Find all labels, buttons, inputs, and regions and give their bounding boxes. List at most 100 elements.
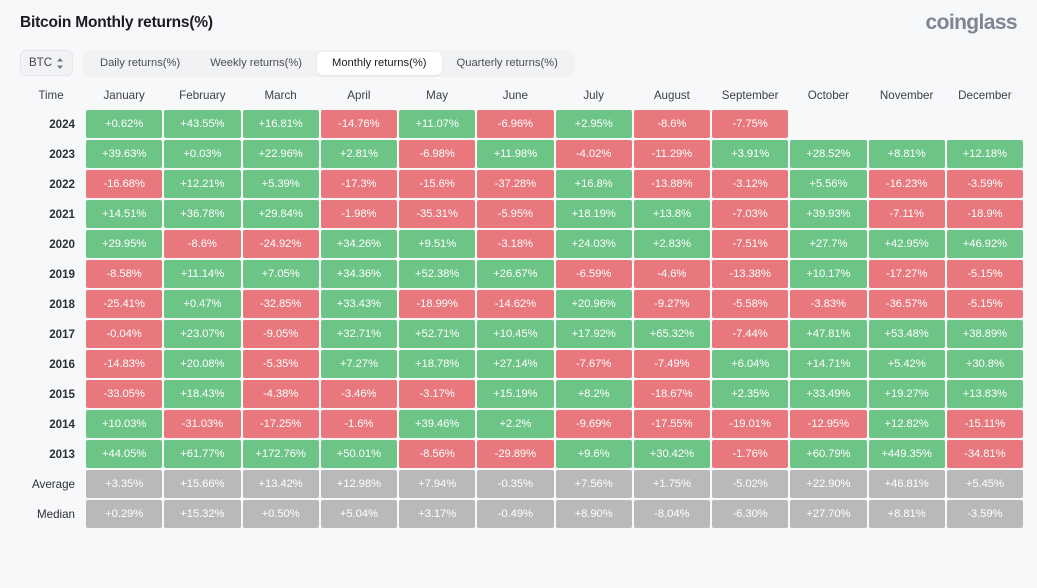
cell-2016-january[interactable]: -14.83%: [86, 350, 162, 378]
cell-2018-july[interactable]: +20.96%: [556, 290, 632, 318]
cell-median-may[interactable]: +3.17%: [399, 500, 475, 528]
cell-2021-november[interactable]: -7.11%: [869, 200, 945, 228]
tab-daily-returns[interactable]: Daily returns(%): [85, 52, 195, 75]
cell-2014-september[interactable]: -19.01%: [712, 410, 788, 438]
cell-2022-february[interactable]: +12.21%: [164, 170, 240, 198]
cell-2020-november[interactable]: +42.95%: [869, 230, 945, 258]
cell-2017-august[interactable]: +65.32%: [634, 320, 710, 348]
cell-2023-january[interactable]: +39.63%: [86, 140, 162, 168]
cell-2015-october[interactable]: +33.49%: [790, 380, 866, 408]
cell-2021-january[interactable]: +14.51%: [86, 200, 162, 228]
cell-2024-june[interactable]: -6.96%: [477, 110, 553, 138]
cell-2018-december[interactable]: -5.15%: [947, 290, 1023, 318]
cell-2021-december[interactable]: -18.9%: [947, 200, 1023, 228]
cell-2013-january[interactable]: +44.05%: [86, 440, 162, 468]
cell-2015-may[interactable]: -3.17%: [399, 380, 475, 408]
cell-2020-january[interactable]: +29.95%: [86, 230, 162, 258]
cell-2016-may[interactable]: +18.78%: [399, 350, 475, 378]
cell-2020-march[interactable]: -24.92%: [243, 230, 319, 258]
cell-2019-march[interactable]: +7.05%: [243, 260, 319, 288]
cell-median-october[interactable]: +27.70%: [790, 500, 866, 528]
cell-2021-october[interactable]: +39.93%: [790, 200, 866, 228]
cell-2013-april[interactable]: +50.01%: [321, 440, 397, 468]
cell-2016-april[interactable]: +7.27%: [321, 350, 397, 378]
cell-median-december[interactable]: -3.59%: [947, 500, 1023, 528]
cell-2019-december[interactable]: -5.15%: [947, 260, 1023, 288]
cell-average-november[interactable]: +46.81%: [869, 470, 945, 498]
tab-quarterly-returns[interactable]: Quarterly returns(%): [442, 52, 573, 75]
tab-monthly-returns[interactable]: Monthly returns(%): [317, 52, 442, 75]
cell-2024-july[interactable]: +2.95%: [556, 110, 632, 138]
cell-2016-november[interactable]: +5.42%: [869, 350, 945, 378]
cell-2021-february[interactable]: +36.78%: [164, 200, 240, 228]
cell-2024-march[interactable]: +16.81%: [243, 110, 319, 138]
cell-2021-july[interactable]: +18.19%: [556, 200, 632, 228]
cell-2020-june[interactable]: -3.18%: [477, 230, 553, 258]
cell-2016-september[interactable]: +6.04%: [712, 350, 788, 378]
cell-2020-august[interactable]: +2.83%: [634, 230, 710, 258]
cell-2023-july[interactable]: -4.02%: [556, 140, 632, 168]
cell-2020-july[interactable]: +24.03%: [556, 230, 632, 258]
cell-2023-october[interactable]: +28.52%: [790, 140, 866, 168]
cell-2017-july[interactable]: +17.92%: [556, 320, 632, 348]
cell-2019-september[interactable]: -13.38%: [712, 260, 788, 288]
cell-2018-march[interactable]: -32.85%: [243, 290, 319, 318]
cell-2014-may[interactable]: +39.46%: [399, 410, 475, 438]
cell-2019-may[interactable]: +52.38%: [399, 260, 475, 288]
cell-median-july[interactable]: +8.90%: [556, 500, 632, 528]
cell-2018-november[interactable]: -36.57%: [869, 290, 945, 318]
cell-median-april[interactable]: +5.04%: [321, 500, 397, 528]
cell-2024-september[interactable]: -7.75%: [712, 110, 788, 138]
cell-2017-january[interactable]: -0.04%: [86, 320, 162, 348]
cell-average-june[interactable]: -0.35%: [477, 470, 553, 498]
cell-average-august[interactable]: +1.75%: [634, 470, 710, 498]
cell-2013-august[interactable]: +30.42%: [634, 440, 710, 468]
cell-2022-december[interactable]: -3.59%: [947, 170, 1023, 198]
cell-2019-november[interactable]: -17.27%: [869, 260, 945, 288]
cell-2023-august[interactable]: -11.29%: [634, 140, 710, 168]
cell-2023-may[interactable]: -6.98%: [399, 140, 475, 168]
cell-2019-january[interactable]: -8.58%: [86, 260, 162, 288]
tab-weekly-returns[interactable]: Weekly returns(%): [195, 52, 317, 75]
cell-2015-july[interactable]: +8.2%: [556, 380, 632, 408]
cell-2018-february[interactable]: +0.47%: [164, 290, 240, 318]
cell-2022-october[interactable]: +5.56%: [790, 170, 866, 198]
cell-2014-october[interactable]: -12.95%: [790, 410, 866, 438]
cell-2019-august[interactable]: -4.6%: [634, 260, 710, 288]
cell-2024-april[interactable]: -14.76%: [321, 110, 397, 138]
cell-2013-december[interactable]: -34.81%: [947, 440, 1023, 468]
cell-2014-july[interactable]: -9.69%: [556, 410, 632, 438]
cell-average-april[interactable]: +12.98%: [321, 470, 397, 498]
cell-2014-august[interactable]: -17.55%: [634, 410, 710, 438]
cell-2021-september[interactable]: -7.03%: [712, 200, 788, 228]
symbol-select[interactable]: BTC: [20, 50, 73, 76]
cell-2013-september[interactable]: -1.76%: [712, 440, 788, 468]
cell-2017-november[interactable]: +53.48%: [869, 320, 945, 348]
cell-median-june[interactable]: -0.49%: [477, 500, 553, 528]
cell-2014-march[interactable]: -17.25%: [243, 410, 319, 438]
cell-2013-november[interactable]: +449.35%: [869, 440, 945, 468]
cell-2021-may[interactable]: -35.31%: [399, 200, 475, 228]
cell-2020-may[interactable]: +9.51%: [399, 230, 475, 258]
cell-average-september[interactable]: -5.02%: [712, 470, 788, 498]
cell-2024-february[interactable]: +43.55%: [164, 110, 240, 138]
cell-median-august[interactable]: -8.04%: [634, 500, 710, 528]
cell-2023-december[interactable]: +12.18%: [947, 140, 1023, 168]
cell-2015-december[interactable]: +13.83%: [947, 380, 1023, 408]
cell-2013-february[interactable]: +61.77%: [164, 440, 240, 468]
cell-2022-september[interactable]: -3.12%: [712, 170, 788, 198]
cell-2014-november[interactable]: +12.82%: [869, 410, 945, 438]
cell-2016-october[interactable]: +14.71%: [790, 350, 866, 378]
cell-2017-september[interactable]: -7.44%: [712, 320, 788, 348]
cell-average-july[interactable]: +7.56%: [556, 470, 632, 498]
cell-2015-february[interactable]: +18.43%: [164, 380, 240, 408]
cell-2022-june[interactable]: -37.28%: [477, 170, 553, 198]
cell-2017-april[interactable]: +32.71%: [321, 320, 397, 348]
cell-2019-july[interactable]: -6.59%: [556, 260, 632, 288]
cell-2017-october[interactable]: +47.81%: [790, 320, 866, 348]
cell-2014-december[interactable]: -15.11%: [947, 410, 1023, 438]
cell-2020-october[interactable]: +27.7%: [790, 230, 866, 258]
cell-2023-april[interactable]: +2.81%: [321, 140, 397, 168]
cell-median-november[interactable]: +8.81%: [869, 500, 945, 528]
cell-2023-february[interactable]: +0.03%: [164, 140, 240, 168]
